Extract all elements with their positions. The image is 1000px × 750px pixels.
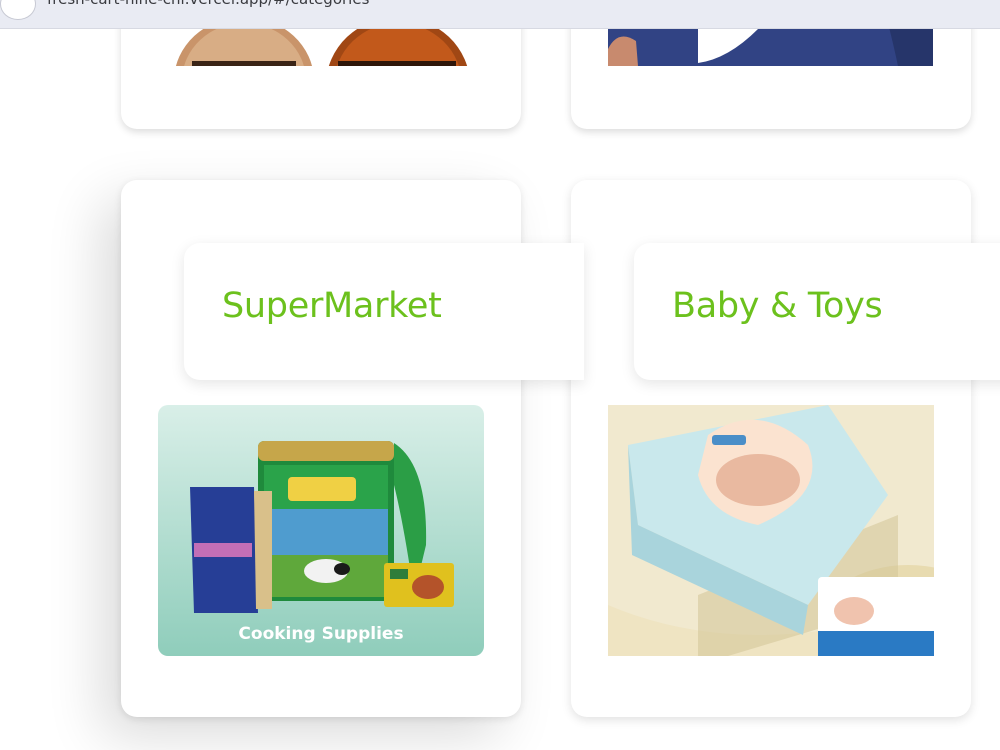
category-image <box>608 29 933 66</box>
category-card-music[interactable] <box>121 29 521 129</box>
category-title-box[interactable]: Baby & Toys <box>634 243 1000 380</box>
categories-page: Cooking Supplies SuperMarket Baby & Toys <box>0 29 1000 750</box>
category-name-supermarket[interactable]: SuperMarket <box>222 286 442 326</box>
category-image <box>608 405 934 656</box>
category-name-baby-toys[interactable]: Baby & Toys <box>672 286 883 326</box>
fashion-icon <box>608 29 933 66</box>
browser-address-bar[interactable]: fresh-cart-nine-chi.vercel.app/#/categor… <box>0 0 1000 29</box>
guitar-icon <box>158 29 483 66</box>
baby-diapers-icon <box>608 405 934 656</box>
site-info-icon[interactable] <box>0 0 36 20</box>
supermarket-products-icon <box>158 405 484 656</box>
category-image <box>158 29 483 66</box>
category-image: Cooking Supplies <box>158 405 484 656</box>
category-title-box[interactable]: SuperMarket <box>184 243 584 380</box>
category-card-fashion[interactable] <box>571 29 971 129</box>
url-text[interactable]: fresh-cart-nine-chi.vercel.app/#/categor… <box>47 0 369 8</box>
image-caption: Cooking Supplies <box>238 624 404 644</box>
